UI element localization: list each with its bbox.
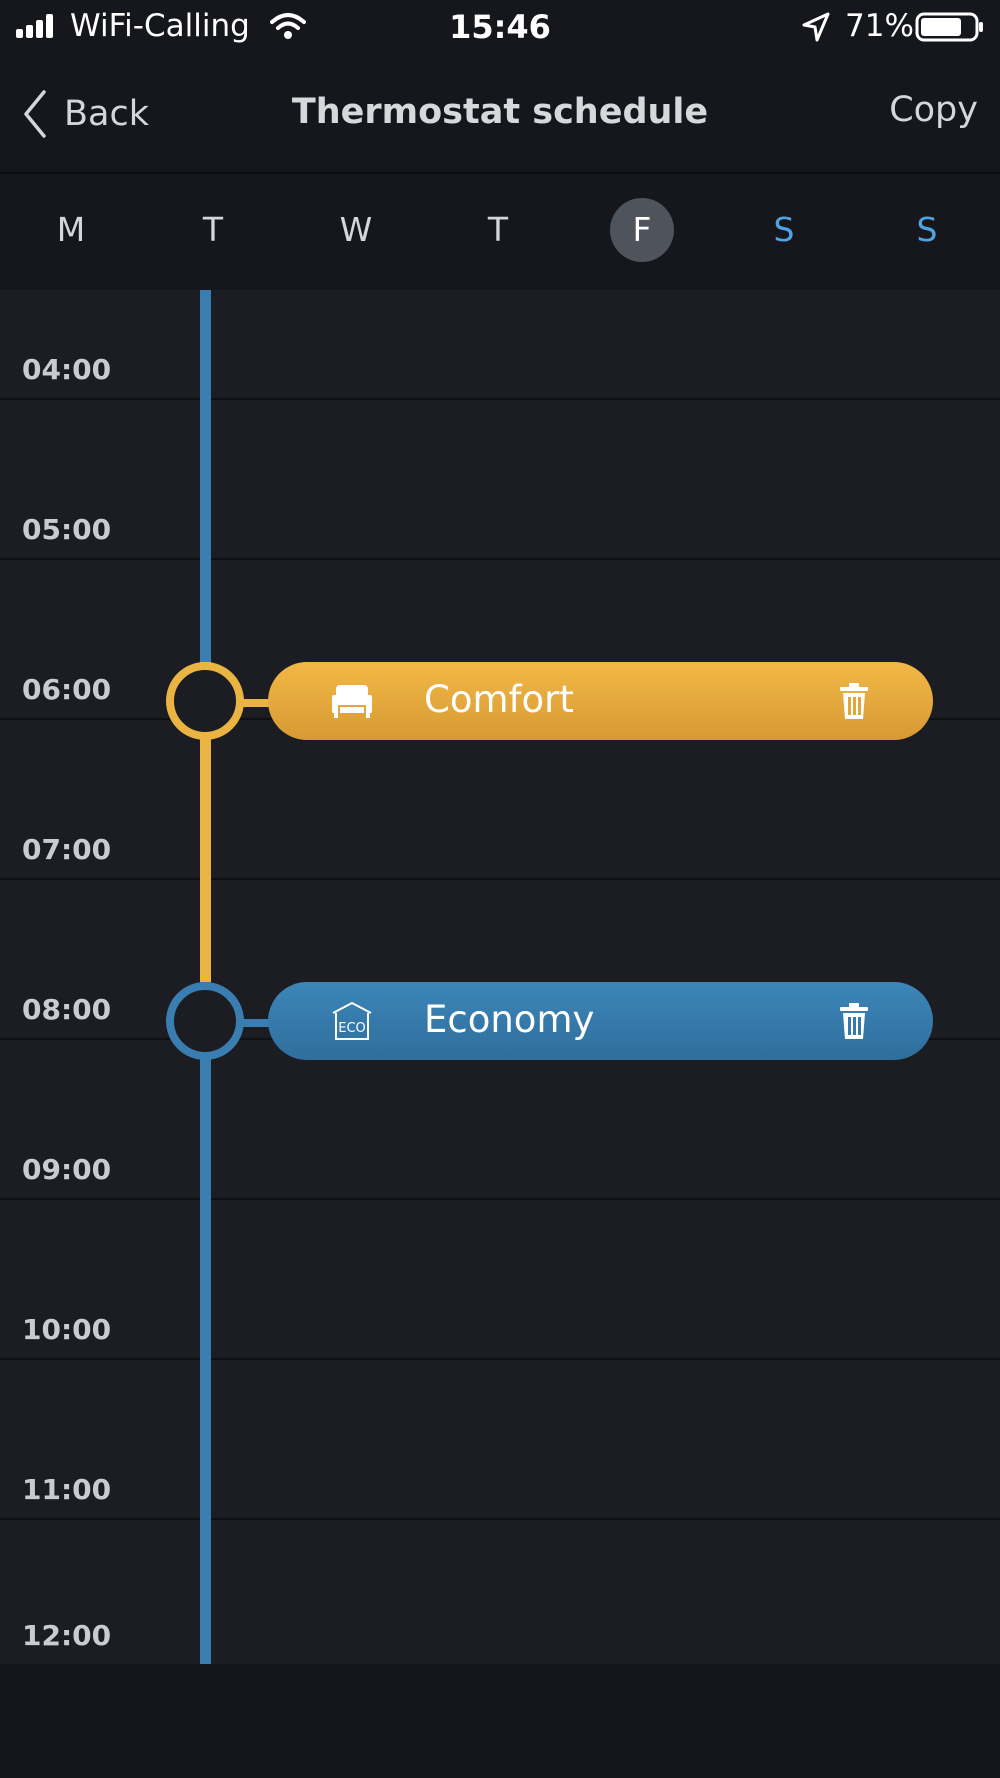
hour-label: 10:00 — [22, 1313, 112, 1346]
economy-event[interactable]: ECO Economy — [268, 982, 933, 1060]
timeline-economy-segment — [200, 982, 211, 1664]
battery-icon — [915, 12, 983, 42]
battery-percent: 71% — [845, 8, 914, 44]
bottom-bar — [0, 1664, 1000, 1778]
comfort-connector — [242, 699, 270, 707]
trash-icon[interactable] — [836, 1002, 872, 1040]
comfort-label: Comfort — [424, 678, 574, 721]
hour-row: 11:00 — [0, 1360, 1000, 1520]
hour-label: 04:00 — [22, 353, 112, 386]
hour-label: 08:00 — [22, 993, 112, 1026]
comfort-event[interactable]: Comfort — [268, 662, 933, 740]
sofa-icon — [332, 685, 372, 718]
hour-label: 09:00 — [22, 1153, 112, 1186]
hour-label: 11:00 — [22, 1473, 112, 1506]
timeline-economy-segment — [200, 290, 211, 662]
economy-label: Economy — [424, 998, 595, 1041]
navigation-bar: Back Thermostat schedule Copy — [0, 56, 1000, 174]
eco-house-icon: ECO — [332, 1001, 372, 1040]
hour-label: 12:00 — [22, 1619, 112, 1652]
hour-row: 12:00 — [0, 1506, 1000, 1666]
hour-row: 05:00 — [0, 400, 1000, 560]
hour-row: 07:00 — [0, 720, 1000, 880]
hour-label: 07:00 — [22, 833, 112, 866]
hour-row: 04:00 — [0, 240, 1000, 400]
trash-icon[interactable] — [836, 682, 872, 720]
economy-time-handle[interactable] — [166, 982, 244, 1060]
hour-label: 05:00 — [22, 513, 112, 546]
hour-label: 06:00 — [22, 673, 112, 706]
status-bar: WiFi-Calling 15:46 71% — [0, 0, 1000, 56]
comfort-time-handle[interactable] — [166, 662, 244, 740]
svg-text:ECO: ECO — [338, 1021, 366, 1036]
schedule-grid: 04:00 05:00 06:00 07:00 08:00 09:00 10:0… — [0, 290, 1000, 1666]
economy-connector — [242, 1019, 270, 1027]
page-title: Thermostat schedule — [291, 92, 709, 132]
hour-row: 10:00 — [0, 1200, 1000, 1360]
copy-button[interactable]: Copy — [889, 90, 978, 130]
hour-row: 09:00 — [0, 1040, 1000, 1200]
location-icon — [802, 12, 830, 42]
